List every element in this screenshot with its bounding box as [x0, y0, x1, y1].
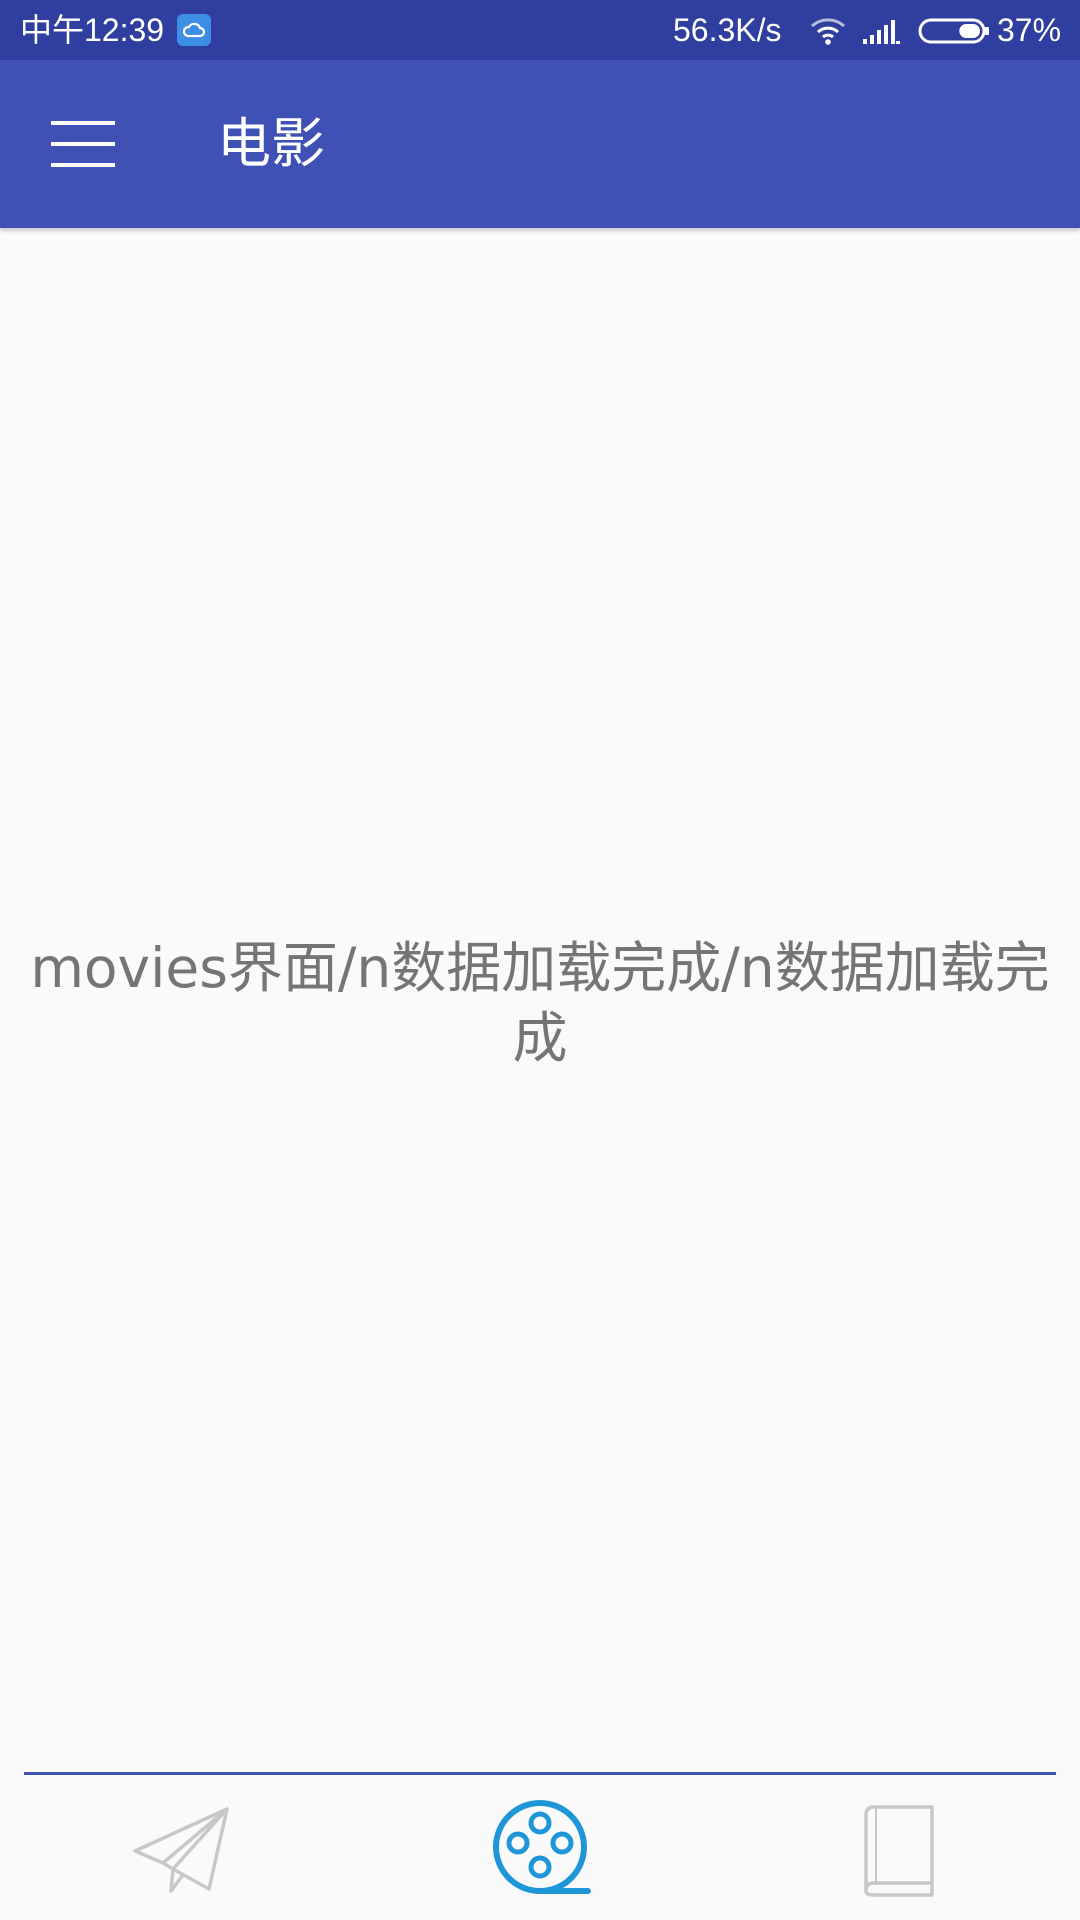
battery-percent: 37%	[997, 12, 1062, 48]
page-title: 电影	[217, 112, 325, 175]
app-bar: 电影	[0, 60, 1080, 228]
menu-button[interactable]	[30, 104, 138, 184]
status-message: movies界面/n数据加载完成/n数据加载完成	[30, 936, 1050, 1070]
bottom-navigation	[0, 1775, 1080, 1920]
battery-icon	[918, 16, 992, 53]
screen: 中午12:39 56.3K/s 37% 电影 movies界面/n数据加载完成/…	[0, 0, 1080, 1920]
menu-icon	[51, 121, 115, 167]
nav-item-movies[interactable]	[360, 1775, 720, 1920]
nav-item-books[interactable]	[720, 1775, 1080, 1920]
cloud-icon	[177, 14, 211, 46]
film-reel-icon	[493, 1800, 591, 1894]
nav-item-send[interactable]	[0, 1775, 360, 1920]
status-bar: 中午12:39 56.3K/s 37%	[0, 0, 1080, 60]
network-speed: 56.3K/s	[673, 12, 782, 48]
paper-plane-icon	[133, 1807, 229, 1893]
wifi-icon	[808, 14, 848, 54]
status-time: 中午12:39	[20, 12, 165, 48]
main-content: movies界面/n数据加载完成/n数据加载完成	[0, 228, 1080, 1772]
book-icon	[864, 1805, 934, 1897]
signal-icon	[862, 16, 902, 53]
